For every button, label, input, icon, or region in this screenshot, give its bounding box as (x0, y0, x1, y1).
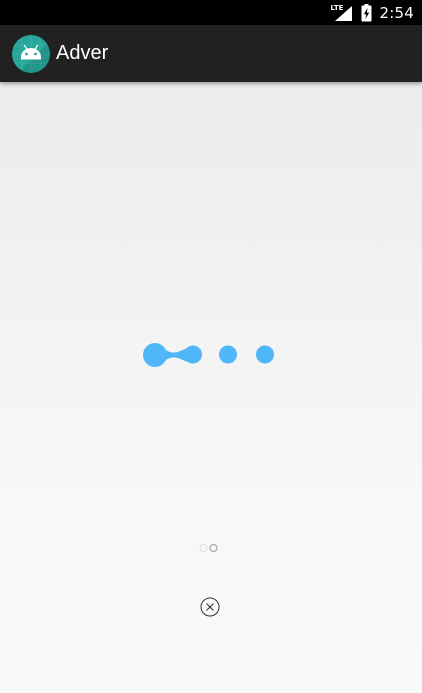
lte-signal-icon: LTE (331, 4, 353, 22)
pager-dot (199, 544, 208, 552)
app-toolbar: Adver (0, 25, 422, 82)
close-button[interactable] (199, 596, 221, 618)
app-title: Adver (56, 42, 109, 64)
status-bar: LTE 2:54 (0, 0, 422, 25)
loading-dots-icon (140, 340, 280, 370)
app-logo (12, 35, 50, 73)
status-icons: LTE 2:54 (331, 0, 414, 25)
status-time: 2:54 (379, 3, 414, 22)
android-icon (12, 35, 50, 73)
close-circle-icon (200, 597, 220, 617)
app-screen: LTE 2:54 Adver (0, 0, 422, 693)
pager-dot-active (209, 543, 218, 553)
battery-charging-icon (361, 3, 372, 21)
pager-indicator (198, 543, 220, 553)
